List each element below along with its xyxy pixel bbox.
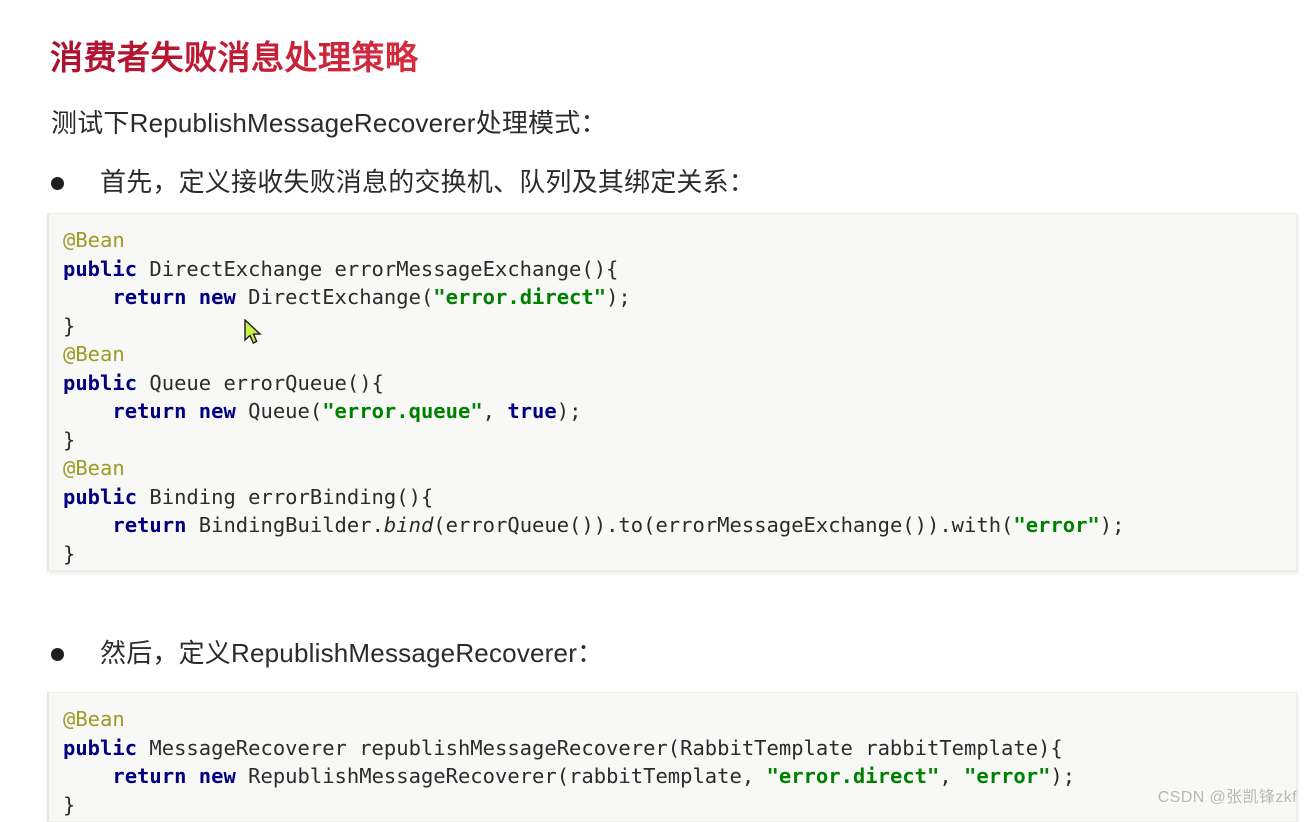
code-token-plain: , — [939, 764, 965, 788]
code-line: return new RepublishMessageRecoverer(rab… — [49, 762, 1296, 791]
code-token-plain: BindingBuilder. — [186, 513, 384, 537]
code-token-plain: RepublishMessageRecoverer(rabbitTemplate… — [235, 764, 767, 788]
intro-paragraph: 测试下RepublishMessageRecoverer处理模式： — [51, 108, 607, 138]
code-line: public MessageRecoverer republishMessage… — [49, 734, 1296, 763]
code-token-kw: return — [112, 399, 187, 423]
code-token-plain: } — [63, 541, 76, 566]
code-token-plain: } — [63, 313, 76, 338]
code-token-kw: public — [63, 484, 138, 509]
code-line: public Binding errorBinding(){ — [49, 483, 1296, 512]
code-line: return new DirectExchange("error.direct"… — [49, 283, 1296, 312]
code-line: } — [49, 312, 1296, 341]
code-token-kw: new — [198, 764, 236, 788]
bullet-dot-icon — [51, 176, 64, 190]
code-token-ann: @Bean — [63, 342, 125, 366]
code-token-plain: } — [63, 792, 76, 817]
code-line: return new Queue("error.queue", true); — [49, 397, 1296, 426]
code-line: @Bean — [49, 454, 1296, 483]
code-token-kw: new — [198, 399, 236, 423]
bullet-dot-icon — [51, 647, 64, 661]
code-token-ann: @Bean — [63, 456, 125, 480]
code-token-ital: bind — [383, 513, 434, 537]
code-token-ann: @Bean — [63, 228, 125, 252]
code-token-plain: ); — [556, 399, 582, 423]
code-line: return BindingBuilder.bind(errorQueue())… — [49, 511, 1296, 540]
code-line: @Bean — [49, 705, 1296, 734]
code-token-str: "error" — [964, 764, 1051, 788]
bullet-item-second-label: 然后，定义RepublishMessageRecoverer： — [100, 638, 604, 668]
code-token-plain: ); — [1050, 764, 1076, 788]
code-line: @Bean — [49, 226, 1296, 255]
page-title: 消费者失败消息处理策略 — [50, 35, 419, 81]
code-token-kw: public — [63, 256, 138, 281]
code-token-str: "error.queue" — [322, 399, 483, 423]
code-token-plain: , — [482, 399, 508, 423]
code-line: } — [49, 426, 1296, 455]
code-token-kw: true — [507, 399, 557, 423]
code-token-plain: Queue errorQueue(){ — [137, 370, 384, 395]
code-block-republish-message-recoverer: @Bean public MessageRecoverer republishMe… — [47, 692, 1297, 822]
code-token-kw: return — [112, 764, 187, 788]
code-token-kw: return — [112, 285, 187, 309]
code-token-plain: ); — [606, 285, 631, 309]
code-line: @Bean — [49, 340, 1296, 369]
bullet-item-first-label: 首先，定义接收失败消息的交换机、队列及其绑定关系： — [100, 167, 756, 197]
code-token-plain: MessageRecoverer republishMessageRecover… — [137, 735, 1063, 760]
bullet-item-second: 然后，定义RepublishMessageRecoverer： — [51, 634, 603, 672]
code-token-kw: public — [63, 370, 138, 395]
code-block-exchange-queue-binding: @Bean public DirectExchange errorMessageE… — [47, 213, 1297, 571]
code-token-kw: public — [63, 735, 138, 760]
code-line: } — [49, 540, 1296, 569]
csdn-watermark: CSDN @张凯锋zkf — [1157, 789, 1297, 806]
code-token-plain: Binding errorBinding(){ — [137, 484, 434, 509]
code-token-plain: DirectExchange errorMessageExchange(){ — [137, 256, 619, 281]
code-line: public Queue errorQueue(){ — [49, 369, 1296, 398]
code-token-ann: @Bean — [63, 707, 125, 731]
code-line: public DirectExchange errorMessageExchan… — [49, 255, 1296, 284]
code-token-plain: Queue( — [235, 399, 323, 423]
bullet-item-first: 首先，定义接收失败消息的交换机、队列及其绑定关系： — [51, 163, 755, 201]
code-token-str: "error.direct" — [766, 764, 940, 788]
code-token-plain: DirectExchange( — [235, 285, 434, 309]
code-line: } — [49, 791, 1296, 820]
code-token-kw: new — [198, 285, 236, 309]
code-token-plain: (errorQueue()).to(errorMessageExchange()… — [433, 513, 1014, 537]
code-token-plain: } — [63, 427, 76, 452]
code-token-kw: return — [112, 513, 187, 537]
code-token-plain: ); — [1099, 513, 1125, 537]
code-token-str: "error.direct" — [433, 285, 607, 309]
code-token-str: "error" — [1013, 513, 1100, 537]
